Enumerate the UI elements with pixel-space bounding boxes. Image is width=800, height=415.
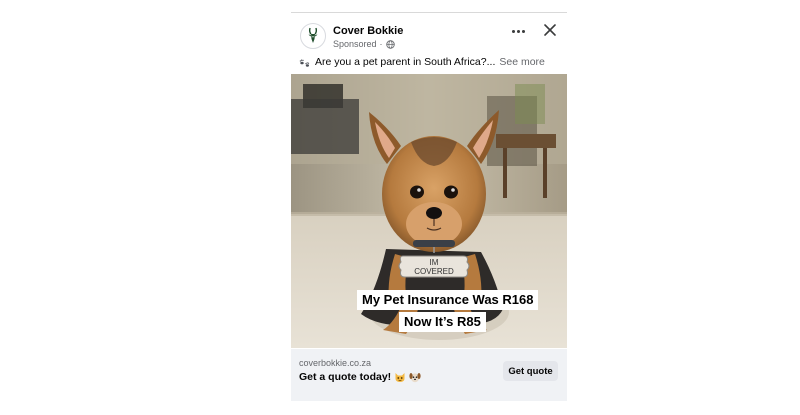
see-more-link[interactable]: See more xyxy=(499,56,545,68)
meta-separator: · xyxy=(379,39,383,49)
ad-domain: coverbokkie.co.za xyxy=(299,358,372,368)
more-options-button[interactable] xyxy=(509,25,527,37)
close-icon[interactable] xyxy=(543,23,557,37)
sponsored-post-card: Cover Bokkie Sponsored · Are you a pet p… xyxy=(291,12,567,401)
page-name-link[interactable]: Cover Bokkie xyxy=(333,25,403,37)
tag-text-line1: IM xyxy=(430,258,439,267)
get-quote-button[interactable]: Get quote xyxy=(503,361,558,381)
ad-footer[interactable]: coverbokkie.co.za Get a quote today! Get… xyxy=(291,349,567,401)
headline-text: Get a quote today! xyxy=(299,371,392,383)
cat-face-icon xyxy=(395,373,405,382)
springbok-logo-icon xyxy=(308,27,318,43)
ad-link-headline[interactable]: Get a quote today! xyxy=(299,371,421,383)
dog-face-icon xyxy=(409,373,421,383)
page-avatar[interactable] xyxy=(300,23,326,49)
ad-headline-line2: Now It’s R85 xyxy=(399,312,486,332)
tag-text-line2: COVERED xyxy=(414,267,454,276)
more-options-icon xyxy=(511,29,515,33)
paw-prints-icon xyxy=(299,59,310,67)
caption-text: Are you a pet parent in South Africa?... xyxy=(315,56,496,68)
post-caption: Are you a pet parent in South Africa?...… xyxy=(299,56,545,68)
post-header: Cover Bokkie Sponsored · xyxy=(291,13,567,57)
sponsored-label[interactable]: Sponsored xyxy=(333,39,377,49)
ad-headline-line1: My Pet Insurance Was R168 xyxy=(357,290,539,310)
post-meta: Sponsored · xyxy=(333,39,395,49)
globe-icon xyxy=(385,39,395,49)
ad-image[interactable]: IM COVERED My Pet Insurance Was R168 Now… xyxy=(291,74,567,348)
